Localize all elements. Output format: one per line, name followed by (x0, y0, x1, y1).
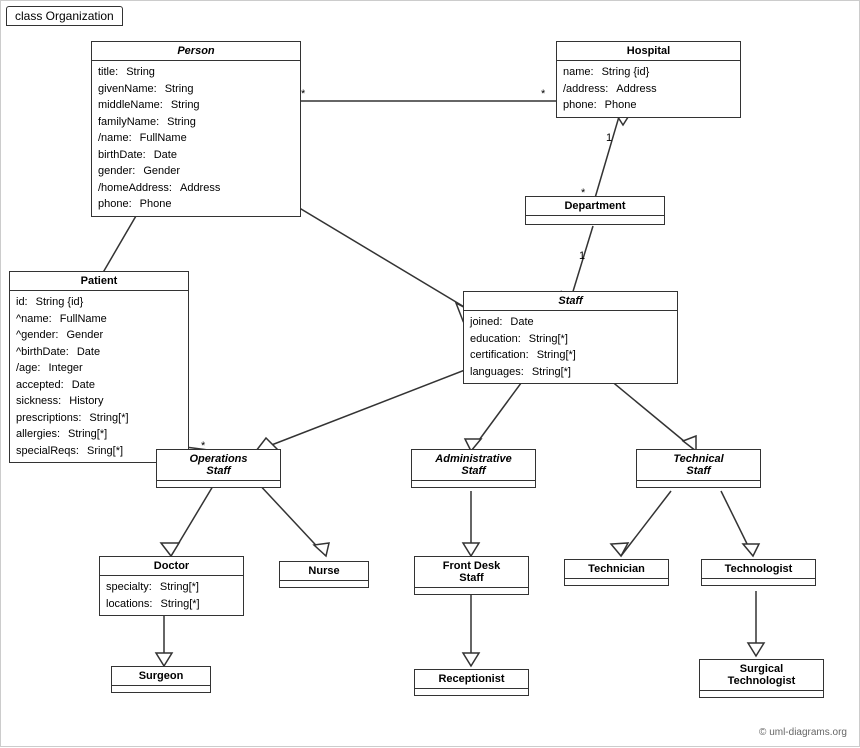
svg-text:1: 1 (606, 132, 612, 144)
operations-staff-title: OperationsStaff (157, 450, 280, 481)
department-title: Department (526, 197, 664, 216)
class-front-desk-staff: Front DeskStaff (414, 556, 529, 595)
patient-attrs: id:String {id} ^name:FullName ^gender:Ge… (10, 291, 188, 462)
class-technologist: Technologist (701, 559, 816, 586)
nurse-title: Nurse (280, 562, 368, 581)
class-technician: Technician (564, 559, 669, 586)
diagram-container: class Organization * * 1 * 1 * * * (0, 0, 860, 747)
hospital-title: Hospital (557, 42, 740, 61)
class-nurse: Nurse (279, 561, 369, 588)
class-technical-staff: TechnicalStaff (636, 449, 761, 488)
technologist-title: Technologist (702, 560, 815, 579)
class-doctor: Doctor specialty:String[*] locations:Str… (99, 556, 244, 616)
front-desk-staff-title: Front DeskStaff (415, 557, 528, 588)
class-department: Department (525, 196, 665, 225)
class-patient: Patient id:String {id} ^name:FullName ^g… (9, 271, 189, 463)
patient-title: Patient (10, 272, 188, 291)
technician-title: Technician (565, 560, 668, 579)
person-title: Person (92, 42, 300, 61)
surgeon-title: Surgeon (112, 667, 210, 686)
svg-text:*: * (541, 88, 546, 100)
class-operations-staff: OperationsStaff (156, 449, 281, 488)
administrative-staff-title: AdministrativeStaff (412, 450, 535, 481)
surgical-technologist-title: SurgicalTechnologist (700, 660, 823, 691)
hospital-attrs: name:String {id} /address:Address phone:… (557, 61, 740, 117)
class-surgical-technologist: SurgicalTechnologist (699, 659, 824, 698)
svg-text:*: * (301, 88, 306, 100)
doctor-title: Doctor (100, 557, 243, 576)
class-staff: Staff joined:Date education:String[*] ce… (463, 291, 678, 384)
staff-attrs: joined:Date education:String[*] certific… (464, 311, 677, 383)
class-surgeon: Surgeon (111, 666, 211, 693)
staff-title: Staff (464, 292, 677, 311)
copyright: © uml-diagrams.org (759, 727, 847, 738)
doctor-attrs: specialty:String[*] locations:String[*] (100, 576, 243, 615)
svg-text:1: 1 (579, 250, 585, 262)
class-person: Person title:String givenName:String mid… (91, 41, 301, 217)
department-attrs (526, 216, 664, 224)
class-receptionist: Receptionist (414, 669, 529, 696)
class-administrative-staff: AdministrativeStaff (411, 449, 536, 488)
technical-staff-title: TechnicalStaff (637, 450, 760, 481)
diagram-title: class Organization (6, 6, 123, 26)
person-attrs: title:String givenName:String middleName… (92, 61, 300, 216)
receptionist-title: Receptionist (415, 670, 528, 689)
class-hospital: Hospital name:String {id} /address:Addre… (556, 41, 741, 118)
